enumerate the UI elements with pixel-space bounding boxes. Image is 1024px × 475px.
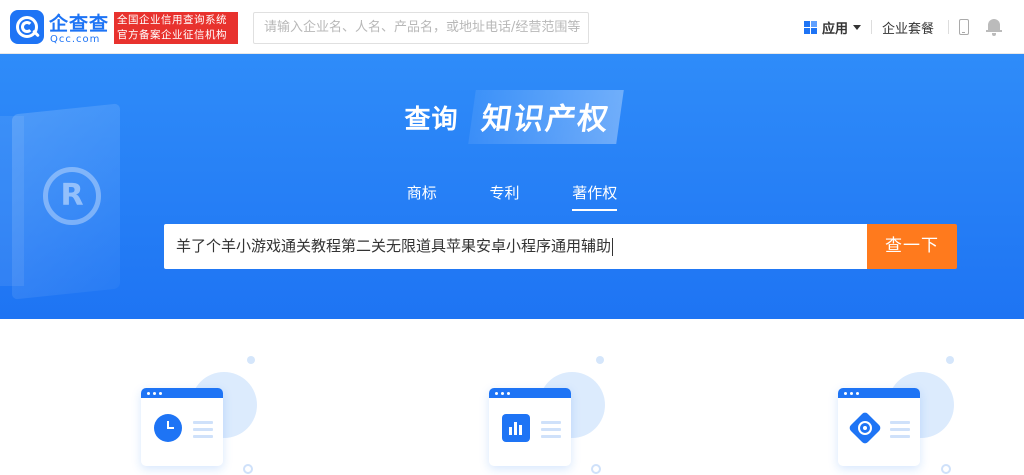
divider [870, 20, 872, 34]
hero-title-main: 知识产权 [467, 90, 624, 144]
hero-banner: R 查询 知识产权 商标 专利 著作权 羊了个羊小游戏通关教程第二关无限道具苹果… [0, 54, 1024, 319]
tab-trademark[interactable]: 商标 [407, 182, 437, 209]
clock-icon [154, 414, 182, 442]
target-icon-center [858, 421, 872, 435]
decor-dot [946, 356, 954, 364]
chevron-down-icon [852, 24, 861, 30]
logo-text-en: Qcc.com [50, 34, 101, 45]
mobile-app-icon[interactable] [959, 19, 969, 35]
qcc-logo-icon [10, 10, 44, 44]
feature-window [838, 388, 920, 466]
header-search-input[interactable]: 请输入企业名、人名、产品名，或地址电话/经营范围等 [253, 12, 589, 44]
search-type-tabs: 商标 专利 著作权 [0, 182, 1024, 211]
apps-grid-icon [803, 20, 817, 34]
tab-copyright[interactable]: 著作权 [572, 182, 618, 211]
enterprise-plan-link[interactable]: 企业套餐 [882, 18, 934, 37]
qcc-logo[interactable]: 企查查 Qcc.com [10, 9, 112, 47]
tab-patent[interactable]: 专利 [489, 182, 519, 209]
bar-chart-icon [502, 414, 530, 442]
ip-search-input[interactable]: 羊了个羊小游戏通关教程第二关无限道具苹果安卓小程序通用辅助 [164, 224, 867, 269]
apps-menu[interactable]: 应用 [803, 18, 861, 37]
top-header: 企查查 Qcc.com 全国企业信用查询系统 官方备案企业征信机构 请输入企业名… [0, 0, 1024, 54]
decor-dot [247, 356, 255, 364]
search-button[interactable]: 查一下 [867, 224, 957, 269]
hero-title-prefix: 查询 [404, 104, 459, 135]
ip-search-value: 羊了个羊小游戏通关教程第二关无限道具苹果安卓小程序通用辅助 [176, 237, 612, 255]
bell-icon[interactable] [986, 18, 1002, 36]
credit-badge: 全国企业信用查询系统 官方备案企业征信机构 [114, 12, 238, 44]
feature-card-3 [838, 372, 958, 475]
badge-line-2: 官方备案企业征信机构 [117, 29, 227, 41]
header-actions: 应用 企业套餐 [803, 0, 1002, 54]
feature-window [489, 388, 571, 466]
feature-card-2 [489, 372, 609, 475]
divider [948, 20, 949, 34]
hero-title: 查询 知识产权 [0, 90, 1024, 144]
logo-text-cn: 企查查 [49, 13, 110, 35]
text-cursor [612, 237, 614, 256]
decor-dot [596, 356, 604, 364]
feature-window [141, 388, 223, 466]
feature-card-1 [141, 372, 261, 475]
apps-label: 应用 [821, 21, 848, 37]
badge-line-1: 全国企业信用查询系统 [117, 14, 227, 26]
